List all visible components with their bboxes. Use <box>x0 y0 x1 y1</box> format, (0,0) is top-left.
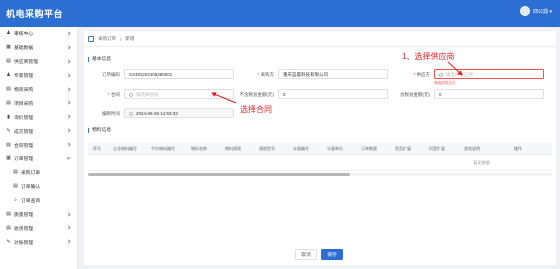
annotation-arrows <box>211 61 463 104</box>
arrow-to-supplier <box>447 61 463 76</box>
arrow-to-contract <box>211 92 237 104</box>
